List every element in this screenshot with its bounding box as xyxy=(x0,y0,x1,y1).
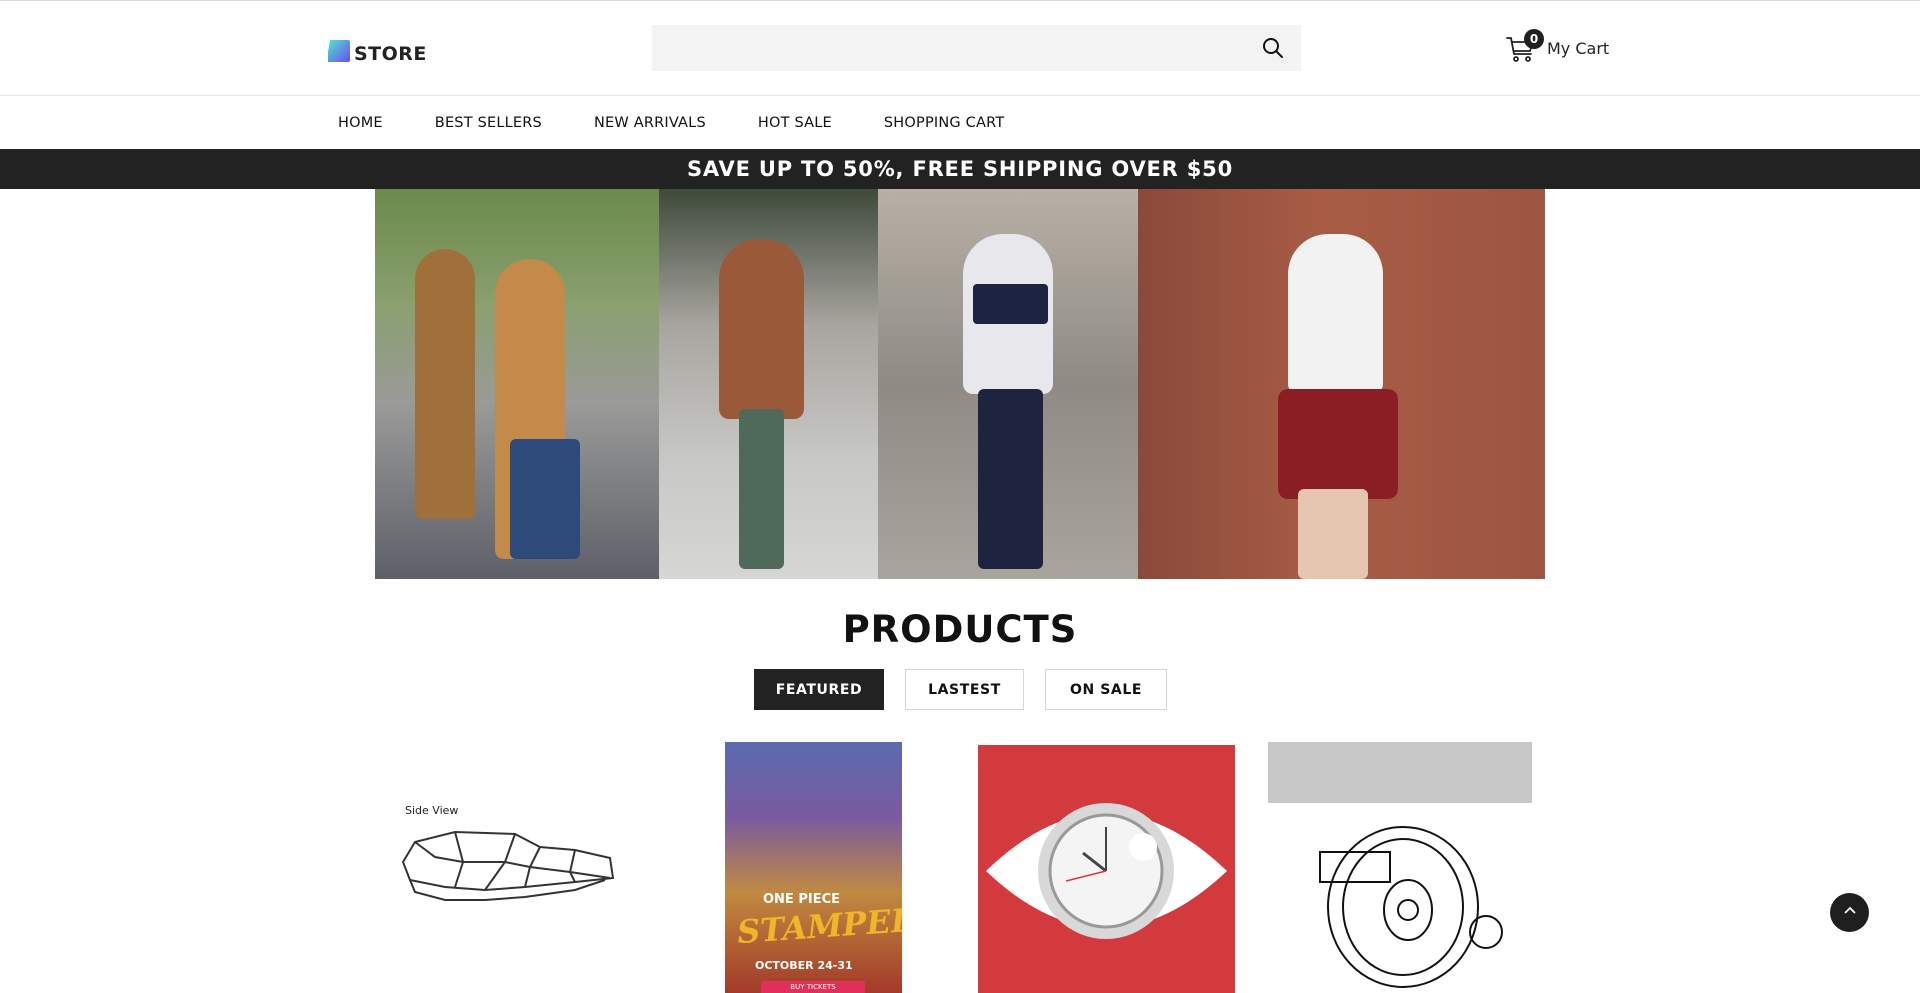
search-icon[interactable] xyxy=(1261,36,1285,60)
search-input[interactable] xyxy=(652,25,1242,71)
tab-featured[interactable]: FEATURED xyxy=(754,669,884,710)
store-logo[interactable]: STORE xyxy=(326,37,427,65)
nav-item-hot-sale[interactable]: HOT SALE xyxy=(758,115,832,131)
nav-item-shopping-cart[interactable]: SHOPPING CART xyxy=(884,115,1005,131)
nav-item-new-arrivals[interactable]: NEW ARRIVALS xyxy=(594,115,706,131)
hero-banner[interactable] xyxy=(375,189,1545,579)
motor-drawing-image xyxy=(1319,826,1503,988)
search-bar xyxy=(652,25,1301,71)
promo-text: SAVE UP TO 50%, FREE SHIPPING OVER $50 xyxy=(686,157,1233,181)
hero-photo-2 xyxy=(659,189,878,579)
product-card[interactable] xyxy=(978,745,1235,993)
poster-title: ONE PIECE xyxy=(763,892,841,907)
nav-item-home[interactable]: HOME xyxy=(338,115,383,131)
hero-photo-1 xyxy=(375,189,659,579)
clock-eye-image xyxy=(986,803,1227,939)
hero-photo-4 xyxy=(1138,189,1545,579)
logo-text: STORE xyxy=(354,43,427,65)
product-card[interactable]: ONE PIECE STAMPEDE OCTOBER 24-31 BUY TIC… xyxy=(725,742,902,993)
poster-buy-tickets: BUY TICKETS xyxy=(761,981,865,993)
cart-count-badge: 0 xyxy=(1524,29,1544,49)
product-grid: Side View ONE PIECE STAMPEDE OCTOBER 24-… xyxy=(375,742,1545,993)
hero-photo-3 xyxy=(878,189,1138,579)
cart-link[interactable]: 0 My Cart xyxy=(1505,29,1609,67)
poster-subtitle: STAMPEDE xyxy=(735,898,902,952)
tab-lastest[interactable]: LASTEST xyxy=(905,669,1024,710)
nav-item-best-sellers[interactable]: BEST SELLERS xyxy=(435,115,542,131)
cart-label: My Cart xyxy=(1547,38,1610,58)
product-tabs: FEATURED LASTEST ON SALE xyxy=(754,669,1188,710)
products-title: PRODUCTS xyxy=(842,608,1078,651)
back-to-top-button[interactable] xyxy=(1830,893,1869,932)
product-card[interactable] xyxy=(1268,742,1532,993)
logo-icon xyxy=(326,38,352,64)
product-card[interactable]: Side View xyxy=(375,742,665,993)
cart-icon: 0 xyxy=(1505,29,1544,64)
tab-on-sale[interactable]: ON SALE xyxy=(1045,669,1167,710)
promo-banner: SAVE UP TO 50%, FREE SHIPPING OVER $50 xyxy=(0,149,1920,189)
chevron-up-icon xyxy=(1843,903,1857,922)
roll-cage-image xyxy=(401,830,615,901)
main-nav: HOME BEST SELLERS NEW ARRIVALS HOT SALE … xyxy=(0,96,1920,149)
poster-date: OCTOBER 24-31 xyxy=(755,959,853,972)
site-header: STORE 0 My Cart xyxy=(0,1,1920,96)
